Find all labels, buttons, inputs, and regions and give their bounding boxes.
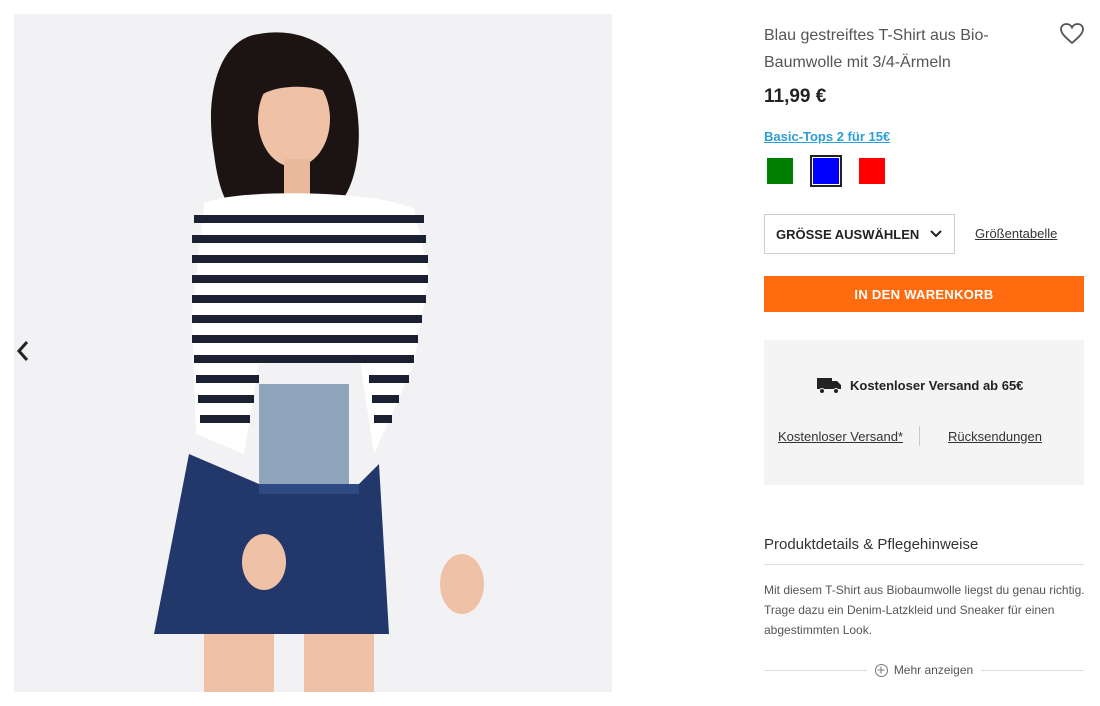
shipping-links: Kostenloser Versand* Rücksendungen bbox=[764, 426, 1084, 446]
color-swatch-green[interactable] bbox=[764, 155, 796, 187]
details-text: Mit diesem T-Shirt aus Biobaumwolle lieg… bbox=[764, 583, 1085, 637]
color-swatch-red[interactable] bbox=[856, 155, 888, 187]
free-shipping-text: Kostenloser Versand ab 65€ bbox=[850, 377, 1024, 393]
product-photo bbox=[14, 14, 612, 692]
plus-circle-icon bbox=[874, 663, 888, 677]
gallery-next-button[interactable] bbox=[588, 14, 612, 44]
chevron-down-icon bbox=[930, 230, 942, 238]
size-select[interactable]: GRÖSSE AUSWÄHLEN bbox=[764, 214, 955, 254]
add-to-cart-button[interactable]: IN DEN WARENKORB bbox=[764, 276, 1084, 312]
color-swatch-blue[interactable] bbox=[810, 155, 842, 187]
divider bbox=[919, 426, 921, 446]
details-heading[interactable]: Produktdetails & Pflegehinweise bbox=[764, 536, 978, 553]
chevron-left-icon bbox=[16, 341, 29, 361]
divider bbox=[981, 669, 1085, 671]
gallery-prev-button[interactable] bbox=[14, 336, 38, 366]
favorite-button[interactable] bbox=[1060, 23, 1084, 45]
show-more-label: Mehr anzeigen bbox=[893, 663, 974, 677]
free-shipping-link[interactable]: Kostenloser Versand* bbox=[778, 429, 903, 444]
color-chip bbox=[813, 158, 839, 184]
color-swatches bbox=[764, 155, 888, 187]
show-more-row: Mehr anzeigen bbox=[764, 660, 1085, 680]
show-more-button[interactable]: Mehr anzeigen bbox=[867, 663, 981, 677]
divider bbox=[764, 669, 867, 671]
returns-link[interactable]: Rücksendungen bbox=[948, 429, 1042, 444]
size-select-label: GRÖSSE AUSWÄHLEN bbox=[776, 226, 920, 242]
product-image-gallery bbox=[14, 14, 612, 692]
color-chip bbox=[767, 158, 793, 184]
free-shipping-headline: Kostenloser Versand ab 65€ bbox=[816, 376, 1023, 394]
promo-link[interactable]: Basic-Tops 2 für 15€ bbox=[764, 129, 890, 144]
divider bbox=[764, 564, 1084, 565]
size-chart-link[interactable]: Größentabelle bbox=[975, 226, 1057, 241]
truck-icon bbox=[817, 378, 841, 394]
heart-outline-icon bbox=[1060, 23, 1084, 45]
shipping-info-box: Kostenloser Versand ab 65€ Kostenloser V… bbox=[764, 340, 1084, 485]
product-price: 11,99 € bbox=[764, 86, 827, 107]
product-title: Blau gestreiftes T-Shirt aus Bio-Baumwol… bbox=[764, 27, 989, 71]
color-chip bbox=[859, 158, 885, 184]
